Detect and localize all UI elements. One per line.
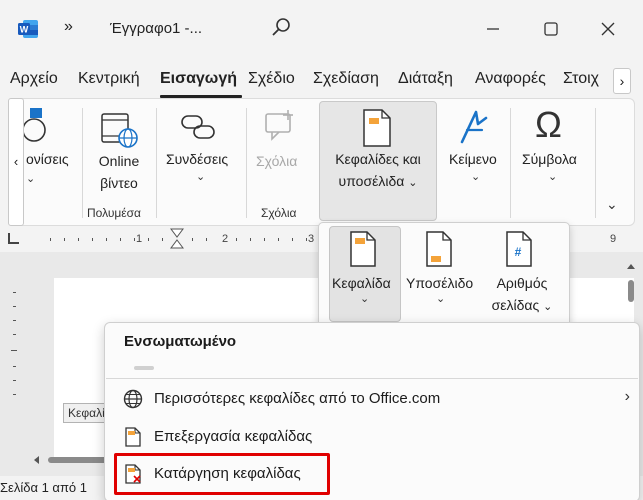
document-title[interactable]: Έγγραφο1 -... bbox=[110, 20, 202, 37]
ribbon-tabs: Αρχείο Κεντρική Εισαγωγή Σχέδιο Σχεδίαση… bbox=[0, 66, 643, 96]
media-group-label: Πολυμέσα bbox=[87, 206, 141, 220]
horizontal-scrollbar[interactable] bbox=[30, 452, 110, 468]
more-headers-label: Περισσότερες κεφαλίδες από το Office.com bbox=[154, 390, 441, 407]
header-footer-label-2-text: υποσέλιδα bbox=[338, 173, 405, 189]
tab-home[interactable]: Κεντρική bbox=[78, 70, 140, 88]
text-box-icon bbox=[460, 110, 488, 144]
ruler-number: 9 bbox=[610, 233, 617, 245]
new-comment-button[interactable]: Σχόλια bbox=[256, 150, 297, 172]
chevron-down-icon: ⌄ bbox=[408, 177, 418, 189]
ribbon-expand-button[interactable]: ⌄ bbox=[606, 196, 618, 213]
link-icon bbox=[181, 115, 215, 139]
symbols-button[interactable]: Σύμβολα bbox=[522, 148, 577, 170]
header-label: Κεφαλίδα bbox=[332, 275, 391, 291]
tab-draw[interactable]: Σχέδιο bbox=[248, 70, 295, 88]
ruler-number: 2 bbox=[222, 233, 229, 245]
footer-icon bbox=[426, 231, 452, 267]
tab-insert[interactable]: Εισαγωγή bbox=[160, 70, 237, 88]
ribbon-separator bbox=[82, 108, 83, 218]
ribbon-separator bbox=[156, 108, 157, 218]
page-number-button[interactable]: Αριθμός σελίδας ⌄ bbox=[486, 272, 558, 318]
comment-icon bbox=[265, 110, 293, 141]
close-icon bbox=[601, 22, 615, 36]
tab-layout[interactable]: Διάταξη bbox=[398, 70, 453, 88]
indent-marker-icon[interactable] bbox=[170, 228, 184, 250]
minimize-button[interactable] bbox=[478, 14, 508, 44]
links-button[interactable]: Συνδέσεις bbox=[166, 148, 228, 170]
header-area-tag: Κεφαλί bbox=[63, 403, 109, 423]
tab-file[interactable]: Αρχείο bbox=[10, 70, 58, 88]
vertical-ruler bbox=[11, 292, 17, 395]
text-chevron-icon: ⌄ bbox=[471, 171, 481, 183]
svg-text:#: # bbox=[515, 245, 522, 259]
text-button[interactable]: Κείμενο bbox=[449, 148, 497, 170]
scroll-up-icon bbox=[627, 264, 635, 269]
shapes-icon bbox=[24, 108, 46, 142]
close-button[interactable] bbox=[593, 14, 623, 44]
edit-header-icon bbox=[125, 427, 141, 447]
page-number-label-1: Αριθμός bbox=[496, 275, 548, 291]
online-video-button[interactable]: Online βίντεο bbox=[86, 150, 152, 194]
header-chevron-icon: ⌄ bbox=[360, 293, 370, 305]
submenu-arrow-icon: › bbox=[624, 388, 630, 405]
footer-chevron-icon: ⌄ bbox=[436, 293, 446, 305]
menu-separator bbox=[106, 378, 638, 379]
maximize-icon bbox=[544, 22, 558, 36]
header-footer-label: Κεφαλίδες και υποσέλιδα ⌄ bbox=[320, 148, 436, 194]
tab-references[interactable]: Αναφορές bbox=[475, 70, 546, 88]
ribbon-separator bbox=[595, 108, 596, 218]
svg-text:W: W bbox=[20, 25, 29, 35]
shapes-button[interactable]: ονίσεις bbox=[26, 148, 69, 170]
header-footer-label-2: υποσέλιδα ⌄ bbox=[320, 170, 436, 194]
word-app-icon: W bbox=[18, 20, 38, 38]
ribbon-separator bbox=[510, 108, 511, 218]
globe-icon bbox=[123, 389, 143, 409]
tab-mailings[interactable]: Στοιχ bbox=[563, 70, 599, 88]
page-number-label-2-text: σελίδας bbox=[491, 297, 540, 313]
ruler-number: 3 bbox=[308, 233, 315, 245]
header-icon bbox=[350, 231, 376, 267]
tab-design[interactable]: Σχεδίαση bbox=[313, 70, 379, 88]
online-video-label-1: Online bbox=[98, 153, 140, 169]
built-in-heading: Ενσωματωμένο bbox=[124, 333, 237, 350]
minimize-icon bbox=[487, 28, 499, 30]
edit-header-menu-item[interactable]: Επεξεργασία κεφαλίδας bbox=[106, 420, 638, 454]
page-number-label-2: σελίδας ⌄ bbox=[486, 294, 558, 318]
maximize-button[interactable] bbox=[536, 14, 566, 44]
chevron-down-icon: ⌄ bbox=[543, 301, 553, 313]
page-count-status[interactable]: Σελίδα 1 από 1 bbox=[0, 480, 87, 495]
header-footer-icon bbox=[363, 109, 391, 147]
tab-selector[interactable] bbox=[8, 233, 19, 244]
page-number-icon: # bbox=[506, 231, 532, 267]
ribbon-separator bbox=[246, 108, 247, 218]
online-video-icon bbox=[101, 113, 138, 148]
header-footer-label-1: Κεφαλίδες και bbox=[335, 151, 421, 167]
links-chevron-icon: ⌄ bbox=[196, 171, 206, 183]
symbols-chevron-icon: ⌄ bbox=[548, 171, 558, 183]
footer-button[interactable]: Υποσέλιδο bbox=[406, 272, 473, 294]
ruler-number: 1 bbox=[136, 233, 143, 245]
highlight-annotation bbox=[114, 453, 330, 495]
comments-group-label: Σχόλια bbox=[261, 206, 297, 220]
search-icon[interactable] bbox=[270, 16, 292, 38]
shapes-chevron-icon: ⌄ bbox=[26, 173, 36, 185]
gallery-preview-stub bbox=[134, 366, 154, 370]
more-headers-office-menu-item[interactable]: Περισσότερες κεφαλίδες από το Office.com… bbox=[106, 382, 638, 416]
ribbon-scroll-left-button[interactable]: ‹ bbox=[8, 98, 24, 226]
online-video-label-2: βίντεο bbox=[100, 175, 138, 191]
edit-header-label: Επεξεργασία κεφαλίδας bbox=[154, 428, 313, 445]
more-commands-button[interactable]: » bbox=[64, 18, 73, 36]
tabs-scroll-right-button[interactable]: › bbox=[613, 68, 631, 94]
omega-icon: Ω bbox=[535, 104, 562, 145]
